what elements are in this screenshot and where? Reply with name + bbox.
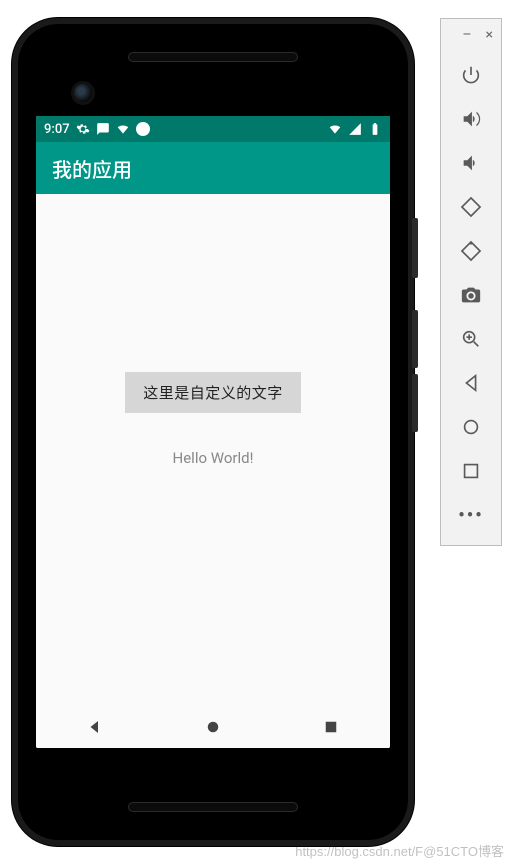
more-icon[interactable]: ••• (449, 495, 493, 535)
app-bar: 我的应用 (36, 142, 390, 194)
overview-icon[interactable] (449, 451, 493, 491)
nav-home-button[interactable] (193, 707, 233, 747)
android-nav-bar (36, 704, 390, 748)
earpiece-speaker (128, 52, 298, 62)
rotate-left-icon[interactable] (449, 187, 493, 227)
battery-icon (368, 122, 382, 136)
status-bar-left: 9:07 (44, 122, 150, 137)
nav-back-button[interactable] (75, 707, 115, 747)
close-button[interactable]: × (486, 27, 493, 43)
wifi-icon (116, 122, 130, 136)
hello-world-text: Hello World! (173, 449, 254, 467)
power-icon[interactable] (449, 55, 493, 95)
hardware-volume-down[interactable] (412, 374, 418, 432)
hardware-volume-up[interactable] (412, 310, 418, 368)
camera-icon[interactable] (449, 275, 493, 315)
nav-recents-button[interactable] (311, 707, 351, 747)
phone-screen: 9:07 我的应用 这里是自定义的文字 Hello World! (36, 116, 390, 748)
message-icon (96, 122, 110, 136)
volume-down-icon[interactable] (449, 143, 493, 183)
gear-icon (76, 122, 90, 136)
status-bar-right (328, 122, 382, 136)
front-camera (74, 84, 92, 102)
zoom-icon[interactable] (449, 319, 493, 359)
android-status-bar: 9:07 (36, 116, 390, 142)
wifi-icon (328, 122, 342, 136)
custom-text-button[interactable]: 这里是自定义的文字 (125, 372, 301, 413)
status-time: 9:07 (44, 122, 70, 137)
signal-icon (348, 122, 362, 136)
window-controls: – × (441, 25, 501, 51)
phone-bezel: 9:07 我的应用 这里是自定义的文字 Hello World! (18, 24, 408, 840)
emulator-phone-frame: 9:07 我的应用 这里是自定义的文字 Hello World! (12, 18, 414, 846)
app-content: 这里是自定义的文字 Hello World! (36, 194, 390, 704)
home-icon[interactable] (449, 407, 493, 447)
bottom-speaker (128, 802, 298, 812)
rotate-right-icon[interactable] (449, 231, 493, 271)
hardware-power-button[interactable] (412, 218, 418, 278)
minimize-button[interactable]: – (462, 27, 471, 43)
app-title: 我的应用 (52, 154, 132, 183)
volume-up-icon[interactable] (449, 99, 493, 139)
back-icon[interactable] (449, 363, 493, 403)
dot-icon (136, 122, 150, 136)
emulator-toolbar: – × ••• (440, 18, 502, 546)
